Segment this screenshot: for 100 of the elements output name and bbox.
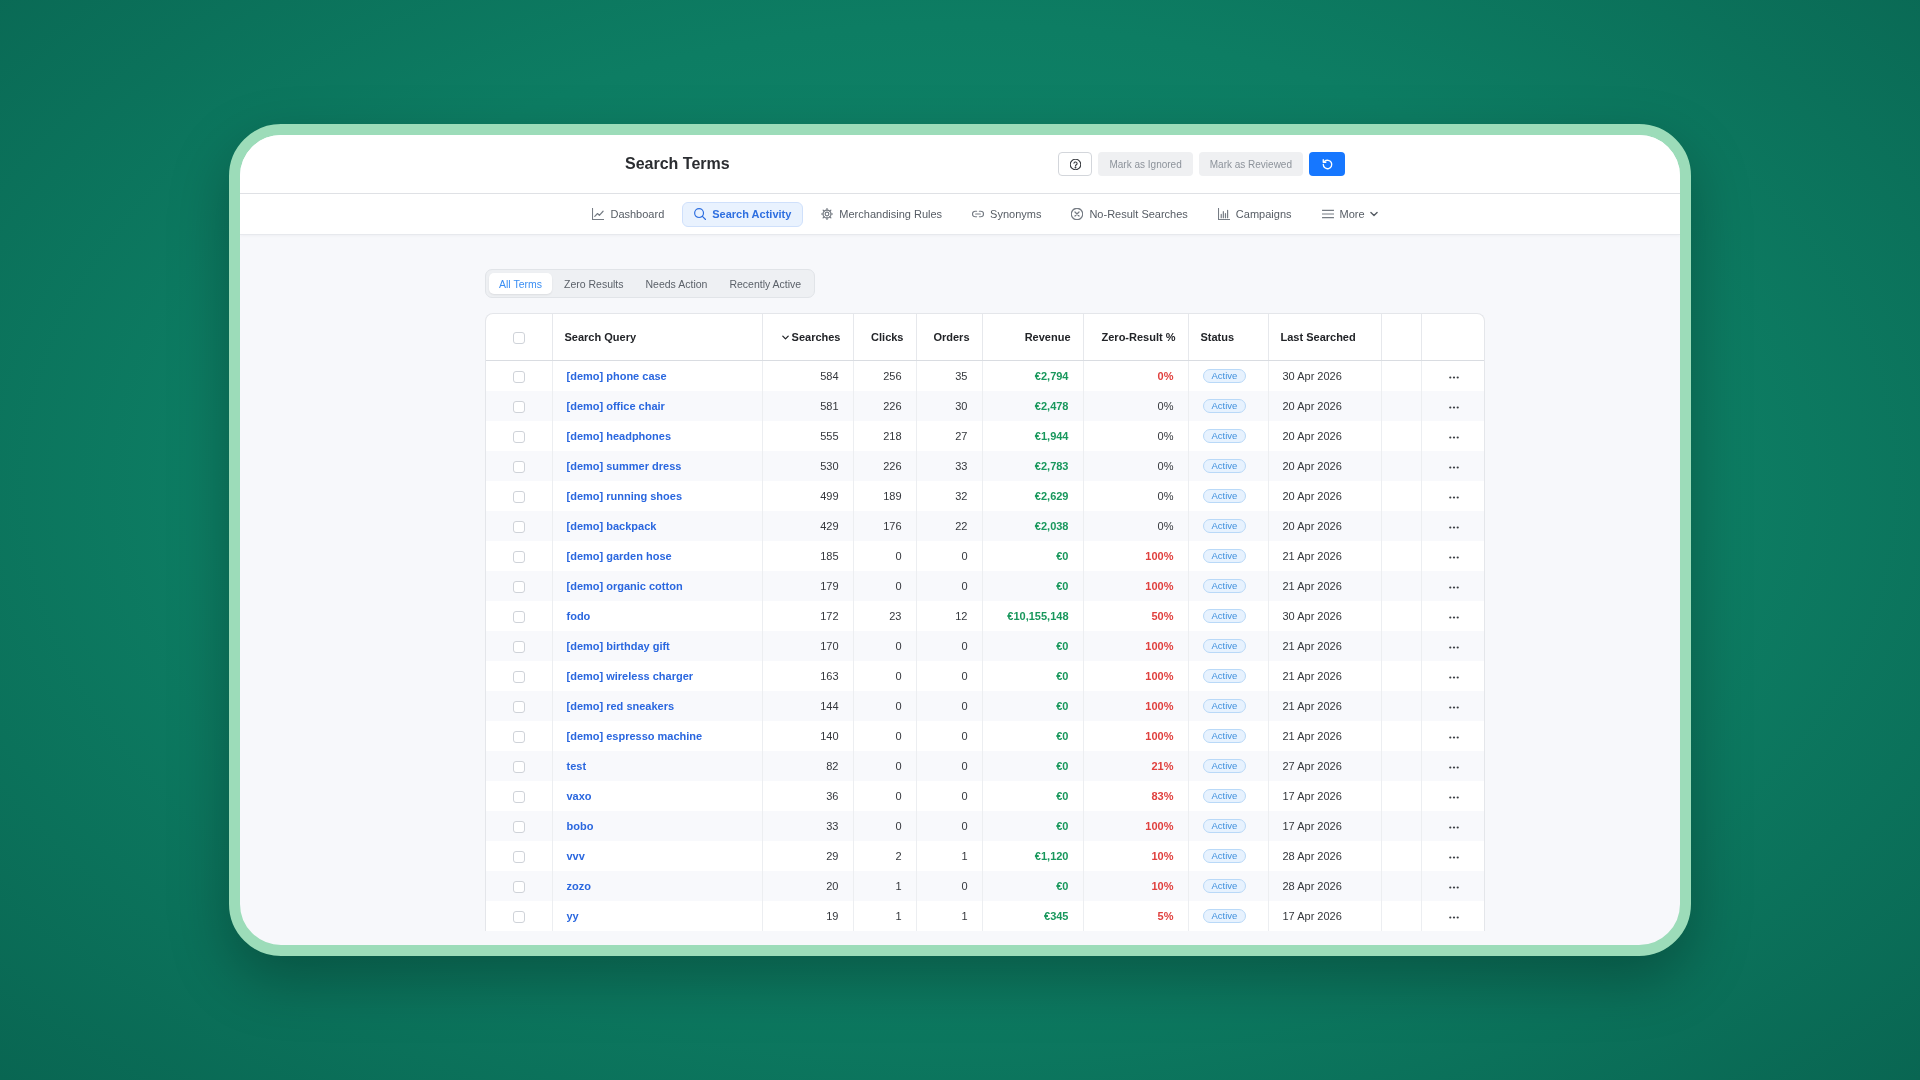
row-checkbox[interactable] bbox=[512, 430, 525, 443]
column-header[interactable]: Clicks bbox=[871, 331, 904, 343]
more-icon[interactable] bbox=[1448, 795, 1459, 799]
more-icon[interactable] bbox=[1448, 615, 1459, 619]
search-query-link[interactable]: [demo] running shoes bbox=[566, 490, 682, 502]
last-searched-date: 28 Apr 2026 bbox=[1282, 880, 1342, 892]
search-query-link[interactable]: [demo] wireless charger bbox=[566, 670, 694, 682]
column-header[interactable]: Orders bbox=[933, 331, 970, 343]
chevron-down-icon bbox=[781, 333, 789, 341]
row-checkbox[interactable] bbox=[512, 520, 525, 533]
row-checkbox[interactable] bbox=[512, 610, 525, 623]
nav-tab[interactable]: Search Activity bbox=[682, 201, 804, 227]
row-checkbox[interactable] bbox=[512, 460, 525, 473]
more-icon[interactable] bbox=[1448, 375, 1459, 379]
search-query-link[interactable]: [demo] phone case bbox=[566, 370, 667, 382]
more-icon[interactable] bbox=[1448, 495, 1459, 499]
last-searched-date: 21 Apr 2026 bbox=[1282, 700, 1342, 712]
search-query-link[interactable]: test bbox=[566, 760, 587, 772]
column-header[interactable]: Last Searched bbox=[1280, 331, 1356, 343]
row-checkbox[interactable] bbox=[512, 370, 525, 383]
searches-count: 20 bbox=[826, 880, 839, 892]
row-checkbox[interactable] bbox=[512, 730, 525, 743]
column-header[interactable]: Search Query bbox=[564, 331, 637, 343]
column-header[interactable]: Revenue bbox=[1024, 331, 1071, 343]
column-header[interactable]: Zero-Result % bbox=[1101, 331, 1176, 343]
circled-x-icon bbox=[1071, 208, 1084, 220]
hamburger-icon bbox=[1321, 208, 1334, 220]
row-checkbox[interactable] bbox=[512, 880, 525, 893]
search-query-link[interactable]: [demo] garden hose bbox=[566, 550, 672, 562]
search-query-link[interactable]: [demo] espresso machine bbox=[566, 730, 703, 742]
column-header[interactable]: Status bbox=[1200, 331, 1235, 343]
row-checkbox[interactable] bbox=[512, 910, 525, 923]
clicks-count: 0 bbox=[895, 730, 902, 742]
more-icon[interactable] bbox=[1448, 435, 1459, 439]
search-query-link[interactable]: bobo bbox=[566, 820, 594, 832]
clicks-count: 1 bbox=[895, 910, 902, 922]
status-badge: Active bbox=[1202, 549, 1247, 563]
row-checkbox[interactable] bbox=[512, 640, 525, 653]
more-icon[interactable] bbox=[1448, 465, 1459, 469]
more-icon[interactable] bbox=[1448, 915, 1459, 919]
row-checkbox[interactable] bbox=[512, 700, 525, 713]
nav-tab[interactable]: No-Result Searches bbox=[1059, 201, 1200, 227]
nav-tab[interactable]: Synonyms bbox=[960, 201, 1054, 227]
more-icon[interactable] bbox=[1448, 585, 1459, 589]
more-icon[interactable] bbox=[1448, 405, 1459, 409]
select-all-checkbox[interactable] bbox=[512, 331, 525, 344]
search-query-link[interactable]: fodo bbox=[566, 610, 591, 622]
searches-count: 144 bbox=[820, 700, 839, 712]
more-icon[interactable] bbox=[1448, 675, 1459, 679]
search-query-link[interactable]: zozo bbox=[566, 880, 591, 892]
search-query-link[interactable]: [demo] birthday gift bbox=[566, 640, 670, 652]
filter-tab[interactable]: Zero Results bbox=[554, 273, 634, 294]
more-menu-button[interactable]: More bbox=[1309, 201, 1390, 227]
last-searched-date: 30 Apr 2026 bbox=[1282, 370, 1342, 382]
searches-count: 19 bbox=[826, 910, 839, 922]
row-checkbox[interactable] bbox=[512, 490, 525, 503]
more-icon[interactable] bbox=[1448, 855, 1459, 859]
nav-tab[interactable]: Campaigns bbox=[1205, 201, 1304, 227]
column-header[interactable]: Searches bbox=[781, 331, 841, 344]
row-checkbox[interactable] bbox=[512, 790, 525, 803]
filter-tab[interactable]: All Terms bbox=[489, 273, 552, 294]
row-checkbox[interactable] bbox=[512, 400, 525, 413]
row-checkbox[interactable] bbox=[512, 550, 525, 563]
row-checkbox[interactable] bbox=[512, 820, 525, 833]
nav-tab[interactable]: Merchandising Rules bbox=[809, 201, 955, 227]
row-checkbox[interactable] bbox=[512, 760, 525, 773]
row-checkbox[interactable] bbox=[512, 850, 525, 863]
status-badge: Active bbox=[1202, 459, 1247, 473]
orders-count: 0 bbox=[961, 880, 968, 892]
filter-tab[interactable]: Recently Active bbox=[719, 273, 812, 294]
search-query-link[interactable]: yy bbox=[566, 910, 579, 922]
more-icon[interactable] bbox=[1448, 765, 1459, 769]
revenue-amount: €0 bbox=[1056, 730, 1069, 742]
zero-result-rate: 50% bbox=[1151, 610, 1174, 622]
row-checkbox[interactable] bbox=[512, 670, 525, 683]
refresh-button[interactable] bbox=[1309, 152, 1345, 176]
status-badge: Active bbox=[1202, 609, 1247, 623]
status-badge: Active bbox=[1202, 399, 1247, 413]
more-icon[interactable] bbox=[1448, 885, 1459, 889]
nav-tab[interactable]: Dashboard bbox=[580, 201, 677, 227]
last-searched-date: 27 Apr 2026 bbox=[1282, 760, 1342, 772]
zero-result-rate: 100% bbox=[1145, 730, 1174, 742]
more-icon[interactable] bbox=[1448, 735, 1459, 739]
search-icon bbox=[694, 208, 707, 220]
orders-count: 1 bbox=[961, 850, 968, 862]
search-query-link[interactable]: vaxo bbox=[566, 790, 592, 802]
search-query-link[interactable]: vvv bbox=[566, 850, 585, 862]
row-checkbox[interactable] bbox=[512, 580, 525, 593]
help-button[interactable] bbox=[1058, 152, 1093, 176]
more-icon[interactable] bbox=[1448, 825, 1459, 829]
filter-tab[interactable]: Needs Action bbox=[635, 273, 718, 294]
search-query-link[interactable]: [demo] backpack bbox=[566, 520, 657, 532]
more-icon[interactable] bbox=[1448, 645, 1459, 649]
clicks-count: 0 bbox=[895, 820, 902, 832]
more-icon[interactable] bbox=[1448, 525, 1459, 529]
bar-chart-icon bbox=[1217, 208, 1230, 220]
more-icon[interactable] bbox=[1448, 555, 1459, 559]
search-query-link[interactable]: [demo] office chair bbox=[566, 400, 665, 412]
search-query-link[interactable]: [demo] headphones bbox=[566, 430, 671, 442]
more-icon[interactable] bbox=[1448, 705, 1459, 709]
